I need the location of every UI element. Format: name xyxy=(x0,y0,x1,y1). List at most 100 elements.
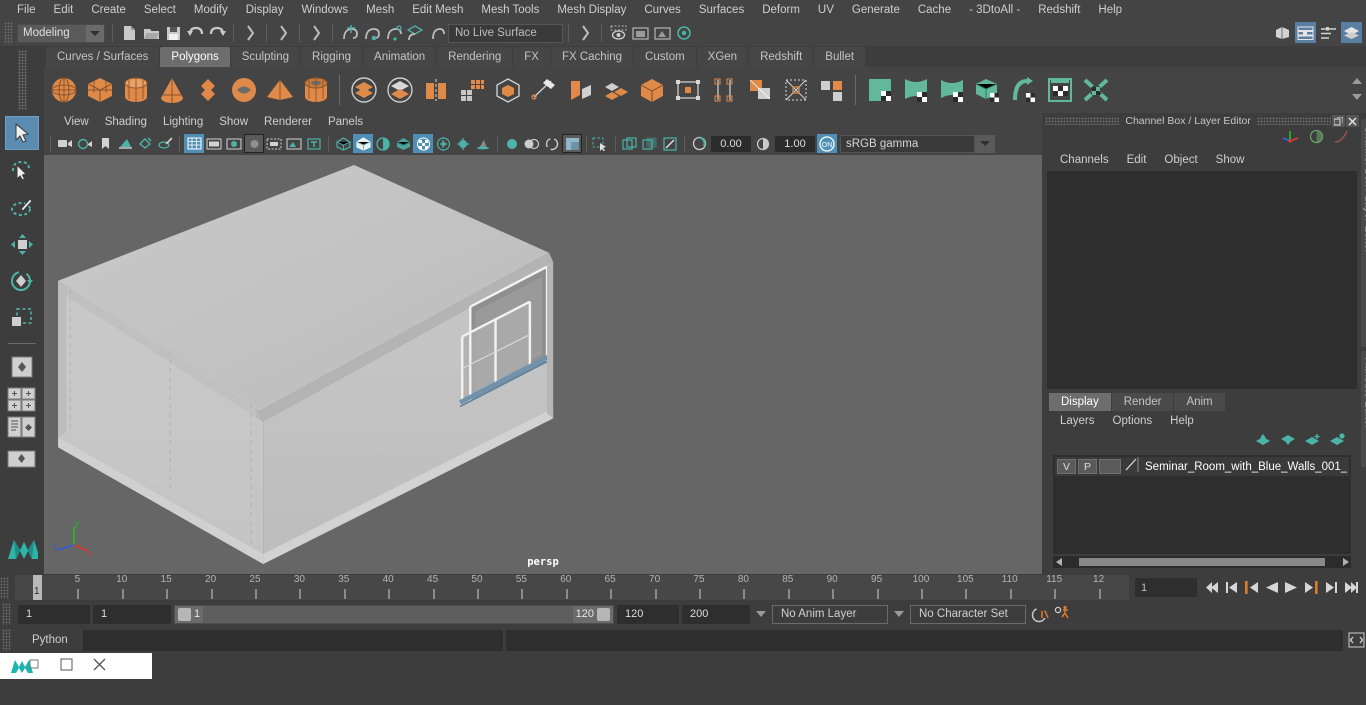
menu-item-select[interactable]: Select xyxy=(135,0,185,20)
menu-item-edit-mesh[interactable]: Edit Mesh xyxy=(403,0,472,20)
shelf-tab-fx[interactable]: FX xyxy=(513,47,550,67)
use-default-material-icon[interactable] xyxy=(393,134,413,153)
scroll-up-icon[interactable] xyxy=(1352,78,1362,84)
exposure-icon[interactable] xyxy=(689,134,709,153)
curve-icon[interactable] xyxy=(1334,129,1349,149)
gate-mask-icon[interactable] xyxy=(244,134,264,153)
anim-layer-selector[interactable]: No Anim Layer xyxy=(772,604,888,624)
channel-box-menu-object[interactable]: Object xyxy=(1155,154,1206,166)
motion-blur-icon[interactable] xyxy=(473,134,493,153)
modeling-toolkit-icon[interactable] xyxy=(1272,22,1293,43)
poly-sphere-icon[interactable] xyxy=(46,70,81,110)
multisample-icon[interactable] xyxy=(502,134,522,153)
paint-select-tool-icon[interactable] xyxy=(5,190,39,224)
layer-menu-help[interactable]: Help xyxy=(1161,415,1203,427)
hardware-texturing-icon[interactable] xyxy=(373,134,393,153)
transform-axis-icon[interactable] xyxy=(1282,129,1299,149)
bookmark-icon[interactable] xyxy=(95,134,115,153)
outliner-icon[interactable] xyxy=(1341,22,1362,43)
poly-cube-icon[interactable] xyxy=(82,70,117,110)
step-back-frame-icon[interactable] xyxy=(1243,578,1260,597)
attribute-editor-icon[interactable] xyxy=(1295,22,1316,43)
anim-layer-dropdown-icon[interactable] xyxy=(756,611,766,617)
shelf-tab-polygons[interactable]: Polygons xyxy=(160,47,230,67)
shelf-tab-rendering[interactable]: Rendering xyxy=(437,47,513,67)
play-backwards-icon[interactable] xyxy=(1263,578,1280,597)
command-output-field[interactable] xyxy=(506,629,1343,651)
go-to-end-icon[interactable] xyxy=(1343,578,1360,597)
image-plane-icon[interactable] xyxy=(115,134,135,153)
menu-item-3dtoall[interactable]: - 3DtoAll - xyxy=(960,0,1029,20)
wireframe-icon[interactable] xyxy=(333,134,353,153)
poly-cylinder-icon[interactable] xyxy=(118,70,153,110)
viewport-menu-lighting[interactable]: Lighting xyxy=(155,113,211,132)
new-scene-icon[interactable] xyxy=(118,22,140,44)
menu-item-file[interactable]: File xyxy=(8,0,45,20)
select-by-object-icon[interactable] xyxy=(272,22,294,44)
character-set-dropdown-icon[interactable] xyxy=(894,611,904,617)
layer-row[interactable]: V P Seminar_Room_with_Blue_Walls_001_ xyxy=(1055,456,1350,477)
lighting-icon[interactable] xyxy=(413,134,433,153)
open-scene-icon[interactable] xyxy=(140,22,162,44)
camera-attributes-icon[interactable] xyxy=(75,134,95,153)
persp-outliner-layout-icon[interactable] xyxy=(5,416,39,438)
menu-item-mesh-tools[interactable]: Mesh Tools xyxy=(472,0,548,20)
combine-icon[interactable] xyxy=(346,70,381,110)
quad-draw-icon[interactable] xyxy=(526,70,561,110)
twosided-lighting-icon[interactable] xyxy=(135,134,155,153)
gamma-icon[interactable] xyxy=(753,134,773,153)
xray-active-icon[interactable] xyxy=(562,134,582,153)
redo-icon[interactable] xyxy=(206,22,228,44)
shelf-tab-curves-surfaces[interactable]: Curves / Surfaces xyxy=(46,47,160,67)
ambient-occlusion-icon[interactable] xyxy=(453,134,473,153)
range-handle-right-grip[interactable] xyxy=(597,607,610,621)
tab-display[interactable]: Display xyxy=(1049,393,1111,411)
range-end-field[interactable]: 120 xyxy=(617,604,679,624)
poly-cone-icon[interactable] xyxy=(154,70,189,110)
viewport-select-region-icon[interactable] xyxy=(591,134,611,153)
channel-box-content[interactable] xyxy=(1047,171,1358,389)
undo-icon[interactable] xyxy=(184,22,206,44)
select-by-component-icon[interactable] xyxy=(305,22,327,44)
viewport-menu-panels[interactable]: Panels xyxy=(320,113,371,132)
sidetab-attribute-editor[interactable]: Attribute Editor xyxy=(1360,351,1366,467)
play-forwards-icon[interactable] xyxy=(1283,578,1300,597)
panel-grip-right[interactable] xyxy=(1256,117,1332,125)
xray-joints-icon[interactable] xyxy=(284,134,304,153)
shelf-tab-custom[interactable]: Custom xyxy=(634,47,696,67)
scale-tool-icon[interactable] xyxy=(5,301,39,335)
auto-key-icon[interactable] xyxy=(1029,604,1049,624)
menu-item-surfaces[interactable]: Surfaces xyxy=(690,0,753,20)
character-set-selector[interactable]: No Character Set xyxy=(910,604,1026,624)
menu-item-create[interactable]: Create xyxy=(82,0,135,20)
menu-item-windows[interactable]: Windows xyxy=(292,0,357,20)
two-tone-icon[interactable] xyxy=(522,134,542,153)
menu-item-modify[interactable]: Modify xyxy=(185,0,237,20)
go-to-start-icon[interactable] xyxy=(1203,578,1220,597)
uv-editor-icon[interactable] xyxy=(1042,70,1077,110)
command-input-field[interactable] xyxy=(83,629,503,651)
chevron-down-icon[interactable] xyxy=(86,24,104,42)
layer-visibility-toggle[interactable]: V xyxy=(1057,459,1076,474)
menu-set-selector[interactable]: Modeling xyxy=(17,23,105,43)
offset-edge-loop-icon[interactable] xyxy=(742,70,777,110)
viewport-menu-shading[interactable]: Shading xyxy=(97,113,155,132)
uv-automatic-icon[interactable] xyxy=(970,70,1005,110)
target-weld-icon[interactable] xyxy=(778,70,813,110)
shelf-tab-bullet[interactable]: Bullet xyxy=(814,47,866,67)
uv-unfold-icon[interactable] xyxy=(1006,70,1041,110)
layer-display-type-toggle[interactable] xyxy=(1099,459,1121,474)
select-camera-icon[interactable] xyxy=(55,134,75,153)
active-window-chip[interactable] xyxy=(0,653,152,679)
layer-color-swatch-icon[interactable] xyxy=(1123,456,1139,477)
select-by-hierarchy-icon[interactable] xyxy=(239,22,261,44)
persp-viewport[interactable]: persp y x z xyxy=(44,155,1042,574)
poly-torus-icon[interactable] xyxy=(226,70,261,110)
snap-to-curve-icon[interactable] xyxy=(360,22,382,44)
menu-item-redshift[interactable]: Redshift xyxy=(1029,0,1089,20)
ipr-render-icon[interactable] xyxy=(651,22,673,44)
menu-item-uv[interactable]: UV xyxy=(809,0,843,20)
layer-menu-options[interactable]: Options xyxy=(1104,415,1162,427)
mirror-icon[interactable] xyxy=(634,70,669,110)
shelf-tab-sculpting[interactable]: Sculpting xyxy=(230,47,301,67)
